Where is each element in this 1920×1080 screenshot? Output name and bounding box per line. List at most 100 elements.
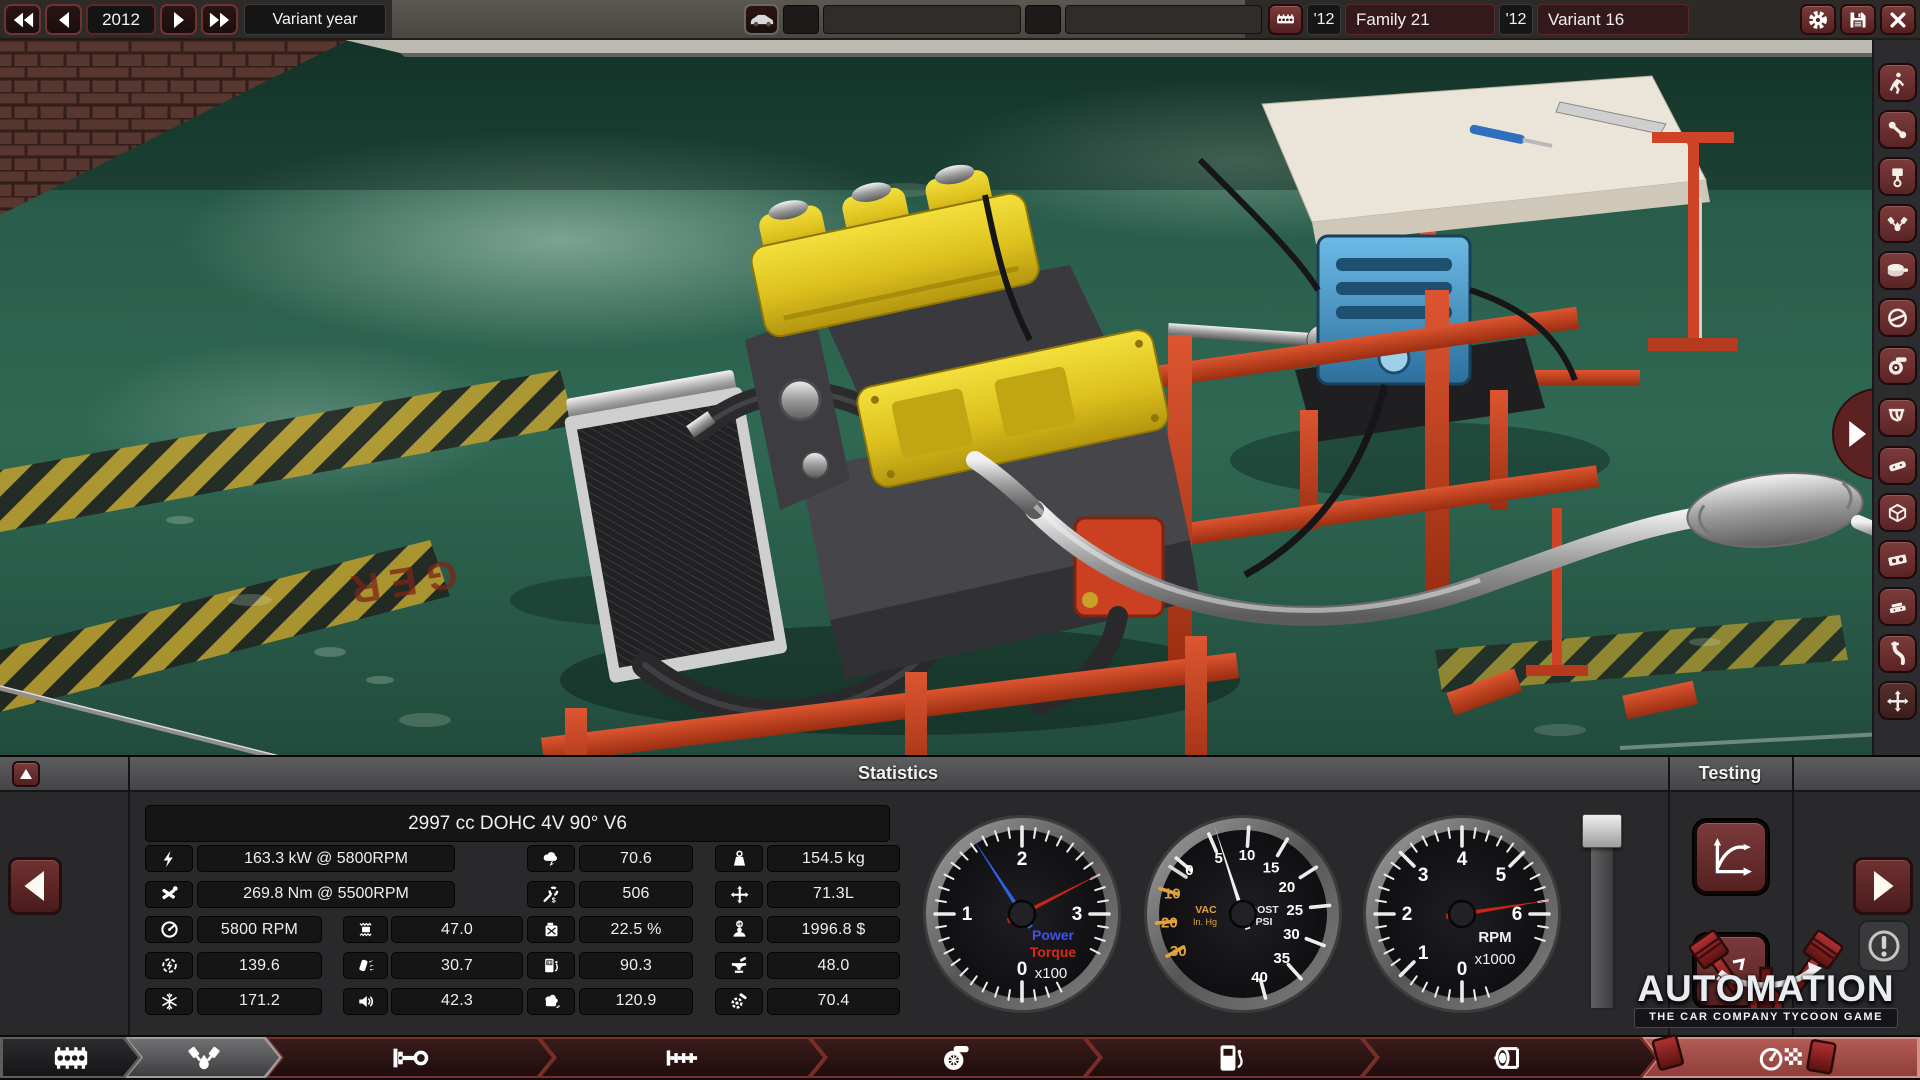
svg-text:10: 10 xyxy=(1239,847,1256,864)
family-name-field[interactable]: Family 21 xyxy=(1345,4,1495,35)
sidebar-walk-mode-button[interactable] xyxy=(1878,63,1917,102)
sidebar-throttle-button[interactable] xyxy=(1878,298,1917,337)
svg-text:25: 25 xyxy=(1286,902,1303,919)
year-last-button[interactable] xyxy=(201,4,238,35)
tab-testing[interactable] xyxy=(1642,1037,1920,1078)
year-prev-button[interactable] xyxy=(45,4,82,35)
sidebar-headers-button[interactable] xyxy=(1878,398,1917,437)
tab-exhaust[interactable] xyxy=(1362,1037,1658,1078)
tab-bottom-end[interactable] xyxy=(266,1037,555,1078)
tab-aspiration[interactable] xyxy=(810,1037,1101,1078)
next-page-button[interactable] xyxy=(1853,857,1913,915)
dyno-curves-button[interactable] xyxy=(1694,820,1768,894)
engine-name-display: 2997 cc DOHC 4V 90° V6 xyxy=(145,805,890,842)
sidebar-engine-block-button[interactable] xyxy=(1878,493,1917,532)
engine-test-button[interactable] xyxy=(1694,934,1768,1008)
efficiency-icon xyxy=(527,916,575,943)
sidebar-downpipe-button[interactable] xyxy=(1878,634,1917,673)
svg-text:40: 40 xyxy=(1251,969,1268,986)
production-units-icon xyxy=(715,952,763,979)
collapse-panel-button[interactable] xyxy=(12,761,40,787)
svg-text:3: 3 xyxy=(1418,865,1429,886)
engineering-time-icon xyxy=(715,988,763,1015)
left-arrow-icon xyxy=(22,871,48,901)
floppy-save-icon xyxy=(1848,9,1868,31)
power-torque-gauge: 0123PowerTorquex100 xyxy=(922,814,1122,1014)
sidebar-cylinder-head-button[interactable] xyxy=(1878,540,1917,579)
car-model-name-slot[interactable] xyxy=(823,5,1021,34)
tab-top-end[interactable] xyxy=(125,1037,282,1078)
close-button[interactable] xyxy=(1880,4,1916,35)
stat-weight-value: 154.5 kg xyxy=(767,845,900,872)
double-right-arrow-icon xyxy=(209,12,231,28)
tab-engine-family[interactable] xyxy=(0,1037,141,1078)
engine-3d-viewport[interactable]: GER xyxy=(0,40,1920,755)
variant-name-field[interactable]: Variant 16 xyxy=(1537,4,1689,35)
statistics-panel: Statistics Testing 2997 cc DOHC 4V 90° V… xyxy=(0,755,1920,1035)
svg-text:1: 1 xyxy=(1418,943,1429,964)
engine-size-icon xyxy=(715,881,763,908)
stat-smoothness-value: 47.0 xyxy=(391,916,523,943)
svg-text:x1000: x1000 xyxy=(1475,951,1516,968)
sidebar-move-camera-button[interactable] xyxy=(1878,681,1917,720)
stat-max-rpm-value: 5800 RPM xyxy=(197,916,322,943)
engine-stats-grid: 163.3 kW @ 5800RPM 269.8 Nm @ 5500RPM 58… xyxy=(145,845,900,1015)
svg-text:In. Hg: In. Hg xyxy=(1193,917,1217,927)
engine-family-button[interactable] xyxy=(1268,4,1303,35)
rpm-gauge: 0123456RPMx1000 xyxy=(1362,814,1562,1014)
sidebar-crankshaft-button[interactable] xyxy=(1878,110,1917,149)
svg-text:35: 35 xyxy=(1273,950,1290,967)
car-icon xyxy=(749,12,775,27)
power-icon xyxy=(145,845,193,872)
throttle-body-icon xyxy=(1886,306,1909,330)
sidebar-air-filter-button[interactable] xyxy=(1878,251,1917,290)
svg-text:Torque: Torque xyxy=(1030,944,1077,960)
engine-block-icon xyxy=(1276,11,1295,28)
stat-engine-size-value: 71.3L xyxy=(767,881,900,908)
svg-text:15: 15 xyxy=(1263,860,1280,877)
tab-valvetrain[interactable] xyxy=(539,1037,826,1078)
svg-text:PSI: PSI xyxy=(1256,916,1273,928)
up-arrow-icon xyxy=(20,769,32,779)
svg-text:6: 6 xyxy=(1512,904,1523,925)
settings-button[interactable] xyxy=(1800,4,1836,35)
throttle-slider-thumb[interactable] xyxy=(1582,814,1622,848)
boost-vacuum-gauge: 0510152025303540102030BOOSTPSIVACIn. Hg xyxy=(1143,814,1343,1014)
warnings-button[interactable] xyxy=(1858,920,1910,972)
reliability-icon xyxy=(527,845,575,872)
sidebar-valve-cover-button[interactable] xyxy=(1878,446,1917,485)
required-cooling-icon xyxy=(145,988,193,1015)
statistics-title: Statistics xyxy=(128,757,1668,790)
sidebar-turbo-button[interactable] xyxy=(1878,346,1917,385)
downpipe-icon xyxy=(1886,641,1909,667)
svg-text:1: 1 xyxy=(962,904,973,925)
svg-text:30: 30 xyxy=(1170,943,1187,960)
sidebar-intake-button[interactable] xyxy=(1878,587,1917,626)
service-cost-icon: $ xyxy=(527,881,575,908)
chevron-right-icon xyxy=(1846,421,1868,447)
close-icon xyxy=(1888,10,1908,30)
year-next-button[interactable] xyxy=(160,4,197,35)
right-arrow-icon xyxy=(1870,871,1896,901)
sidebar-piston-button[interactable] xyxy=(1878,157,1917,196)
piston-icon xyxy=(1886,165,1909,189)
tab-fuel-system[interactable] xyxy=(1085,1037,1378,1078)
engine-parts-sidebar xyxy=(1872,40,1920,755)
car-model-button[interactable] xyxy=(744,4,779,35)
stat-loudness-value: 42.3 xyxy=(391,988,523,1015)
car-trim-year-slot[interactable] xyxy=(783,5,819,34)
stat-responsiveness-value: 139.6 xyxy=(197,952,322,979)
sidebar-top-end-button[interactable] xyxy=(1878,204,1917,243)
save-button[interactable] xyxy=(1840,4,1876,35)
muffler-icon xyxy=(1490,1043,1530,1073)
svg-text:2: 2 xyxy=(1017,849,1028,870)
min-octane-icon: 91 xyxy=(527,952,575,979)
automation-engine-designer: 2012 Variant year '12 Family 21 '12 Vari… xyxy=(0,0,1920,1080)
year-first-button[interactable] xyxy=(4,4,41,35)
stat-production-units-value: 48.0 xyxy=(767,952,900,979)
svg-text:10: 10 xyxy=(1164,885,1181,902)
car-trim-name-slot[interactable] xyxy=(1065,5,1262,34)
prev-page-button[interactable] xyxy=(8,857,62,915)
top-toolbar: 2012 Variant year '12 Family 21 '12 Vari… xyxy=(0,0,1920,40)
car-variant-year-slot[interactable] xyxy=(1025,5,1061,34)
